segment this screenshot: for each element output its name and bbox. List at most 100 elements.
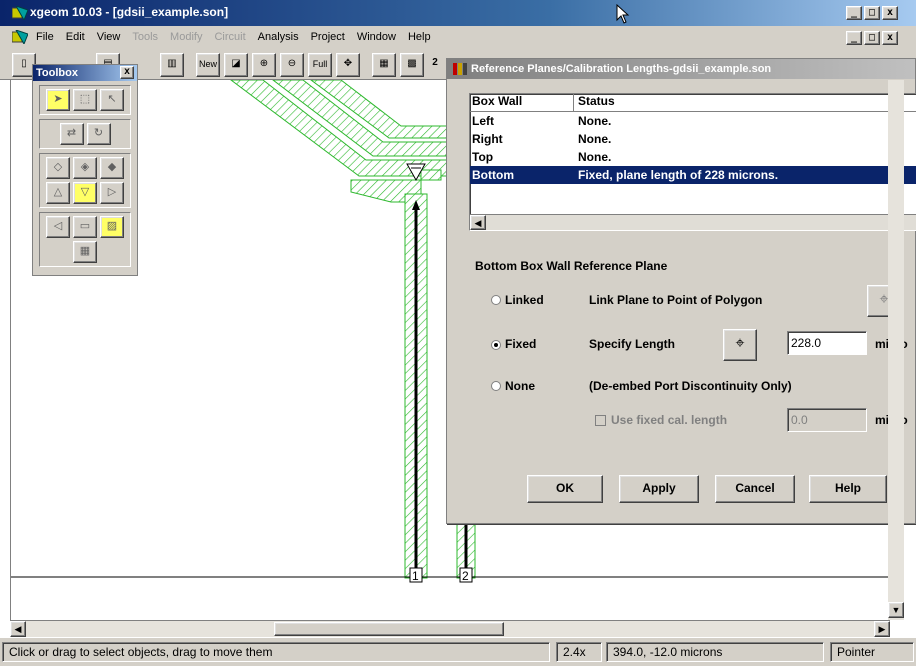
specify-length-mouse-icon[interactable]: ⌖	[723, 329, 757, 361]
reference-planes-dialog: Reference Planes/Calibration Lengths-gds…	[446, 58, 916, 524]
status-cell: None.	[578, 150, 612, 164]
close-button[interactable]: x	[882, 6, 898, 20]
add-port-tool-icon[interactable]: ◆	[100, 157, 124, 179]
window-title: xgeom 10.03 - [gdsii_example.son]	[30, 5, 229, 19]
scroll-down-arrow-icon[interactable]: ▼	[888, 602, 904, 618]
canvas-vertical-scrollbar[interactable]: ▼	[888, 80, 904, 620]
help-button[interactable]: Help	[809, 475, 887, 503]
minimize-button[interactable]: _	[846, 6, 862, 20]
add-polygon-tool-icon[interactable]: ◇	[46, 157, 70, 179]
box-wall-cell: Top	[472, 150, 494, 164]
dialog-title: Reference Planes/Calibration Lengths-gds…	[471, 63, 772, 75]
table-row[interactable]: Top None.	[470, 148, 916, 166]
zoom-in-icon[interactable]: ⊕	[252, 53, 276, 77]
zoom-out-icon[interactable]: ⊖	[280, 53, 304, 77]
zoom-full-button[interactable]: Full	[308, 53, 332, 77]
zoom-level: 2.4x	[556, 642, 602, 662]
toolbox-title: Toolbox	[36, 67, 78, 79]
flip-tool-icon[interactable]: ⇄	[59, 123, 84, 145]
linked-label[interactable]: Linked	[505, 293, 544, 307]
selection-tools-group: ➤ ⬚ ↖	[39, 85, 131, 115]
menu-view[interactable]: View	[97, 31, 121, 43]
port-1-label: 1	[412, 569, 419, 583]
box-tool-icon[interactable]: ▭	[73, 216, 97, 238]
menu-window[interactable]: Window	[357, 31, 396, 43]
menu-file[interactable]: File	[36, 31, 54, 43]
toolbox-close-button[interactable]: x	[120, 66, 134, 79]
xgeom-app-icon	[12, 6, 28, 20]
table-row[interactable]: Right None.	[470, 130, 916, 148]
box-wall-cell: Right	[472, 132, 503, 146]
menu-modify[interactable]: Modify	[170, 31, 202, 43]
cancel-button[interactable]: Cancel	[715, 475, 795, 503]
cursor-coordinates: 394.0, -12.0 microns	[606, 642, 824, 662]
menu-tools[interactable]: Tools	[132, 31, 158, 43]
table-horizontal-scrollbar[interactable]: ◀	[470, 214, 916, 230]
doc-minimize-button[interactable]: _	[846, 31, 862, 45]
menu-edit[interactable]: Edit	[66, 31, 85, 43]
level-down-icon[interactable]: ▦	[372, 53, 396, 77]
menu-circuit[interactable]: Circuit	[214, 31, 245, 43]
table-row[interactable]: Bottom Fixed, plane length of 228 microns…	[470, 166, 916, 184]
metal-fill-tool-icon[interactable]: ▨	[100, 216, 124, 238]
window-controls: _ □ x	[846, 6, 898, 20]
doc-restore-button[interactable]: □	[864, 31, 880, 45]
status-cell: None.	[578, 132, 612, 146]
fixed-length-input[interactable]: 228.0	[787, 331, 867, 355]
canvas-scroll-right-arrow-icon[interactable]: ▶	[874, 621, 890, 637]
none-radio[interactable]	[491, 381, 501, 391]
apply-button[interactable]: Apply	[619, 475, 699, 503]
ok-button[interactable]: OK	[527, 475, 603, 503]
level-up-icon[interactable]: ▩	[400, 53, 424, 77]
box-wall-cell: Left	[472, 114, 494, 128]
edit-points-tool-icon[interactable]: ↖	[100, 89, 124, 111]
column-header-status[interactable]: Status	[574, 94, 916, 111]
menu-help[interactable]: Help	[408, 31, 431, 43]
none-description: (De-embed Port Discontinuity Only)	[589, 379, 792, 393]
menu-project[interactable]: Project	[311, 31, 345, 43]
linked-radio[interactable]	[491, 295, 501, 305]
canvas-scroll-left-arrow-icon[interactable]: ◀	[10, 621, 26, 637]
menu-analysis[interactable]: Analysis	[258, 31, 299, 43]
linked-description: Link Plane to Point of Polygon	[589, 293, 763, 307]
scroll-left-arrow-icon[interactable]: ◀	[470, 215, 486, 230]
table-header: Box Wall Status	[470, 94, 916, 112]
box-wall-table: Box Wall Status Left None. Right None. Top No…	[469, 93, 916, 231]
cal-length-input[interactable]: 0.0	[787, 408, 867, 432]
horizontal-scroll-thumb[interactable]	[274, 622, 504, 636]
rotate-tool-icon[interactable]: ↻	[86, 123, 111, 145]
pointer-tool-icon[interactable]: ➤	[46, 89, 70, 111]
mouse-cursor-icon	[616, 4, 630, 24]
add-via-tool-icon[interactable]: ◈	[73, 157, 97, 179]
dialog-title-bar[interactable]: Reference Planes/Calibration Lengths-gds…	[447, 59, 915, 79]
toolbox-palette: Toolbox x ➤ ⬚ ↖ ⇄ ↻ ◇ ◈ ◆ △ ▽ ▷ ◁ ▭ ▨ ▦	[32, 64, 138, 276]
text-tool-icon[interactable]: ◁	[46, 216, 70, 238]
none-label[interactable]: None	[505, 379, 535, 393]
3d-view-icon[interactable]: ◪	[224, 53, 248, 77]
table-row[interactable]: Left None.	[470, 112, 916, 130]
new-button[interactable]: New	[196, 53, 220, 77]
dialog-app-icon	[453, 63, 467, 75]
main-title-bar: xgeom 10.03 - [gdsii_example.son] _ □ x	[0, 0, 916, 26]
reference-plane-tool-icon[interactable]: ▽	[73, 182, 97, 204]
doc-close-button[interactable]: x	[882, 31, 898, 45]
paste-icon[interactable]: ▥	[160, 53, 184, 77]
toolbox-title-bar[interactable]: Toolbox x	[33, 65, 137, 81]
dielectric-brick-tool-icon[interactable]: △	[46, 182, 70, 204]
grid-tool-icon[interactable]: ▦	[73, 241, 97, 263]
maximize-button[interactable]: □	[864, 6, 880, 20]
document-icon	[12, 30, 28, 44]
fixed-radio[interactable]	[491, 340, 501, 350]
status-message: Click or drag to select objects, drag to…	[2, 642, 550, 662]
status-cell: None.	[578, 114, 612, 128]
column-header-box-wall[interactable]: Box Wall	[470, 94, 574, 111]
pan-icon[interactable]: ✥	[336, 53, 360, 77]
status-cell: Fixed, plane length of 228 microns.	[578, 168, 779, 182]
select-region-tool-icon[interactable]: ⬚	[73, 89, 97, 111]
dimension-tool-icon[interactable]: ▷	[100, 182, 124, 204]
use-fixed-cal-length-checkbox[interactable]	[595, 415, 606, 426]
canvas-horizontal-scrollbar[interactable]: ◀ ▶	[10, 620, 890, 637]
fixed-label[interactable]: Fixed	[505, 337, 536, 351]
port-2-label: 2	[462, 569, 469, 583]
misc-tools-group: ◁ ▭ ▨ ▦	[39, 212, 131, 267]
